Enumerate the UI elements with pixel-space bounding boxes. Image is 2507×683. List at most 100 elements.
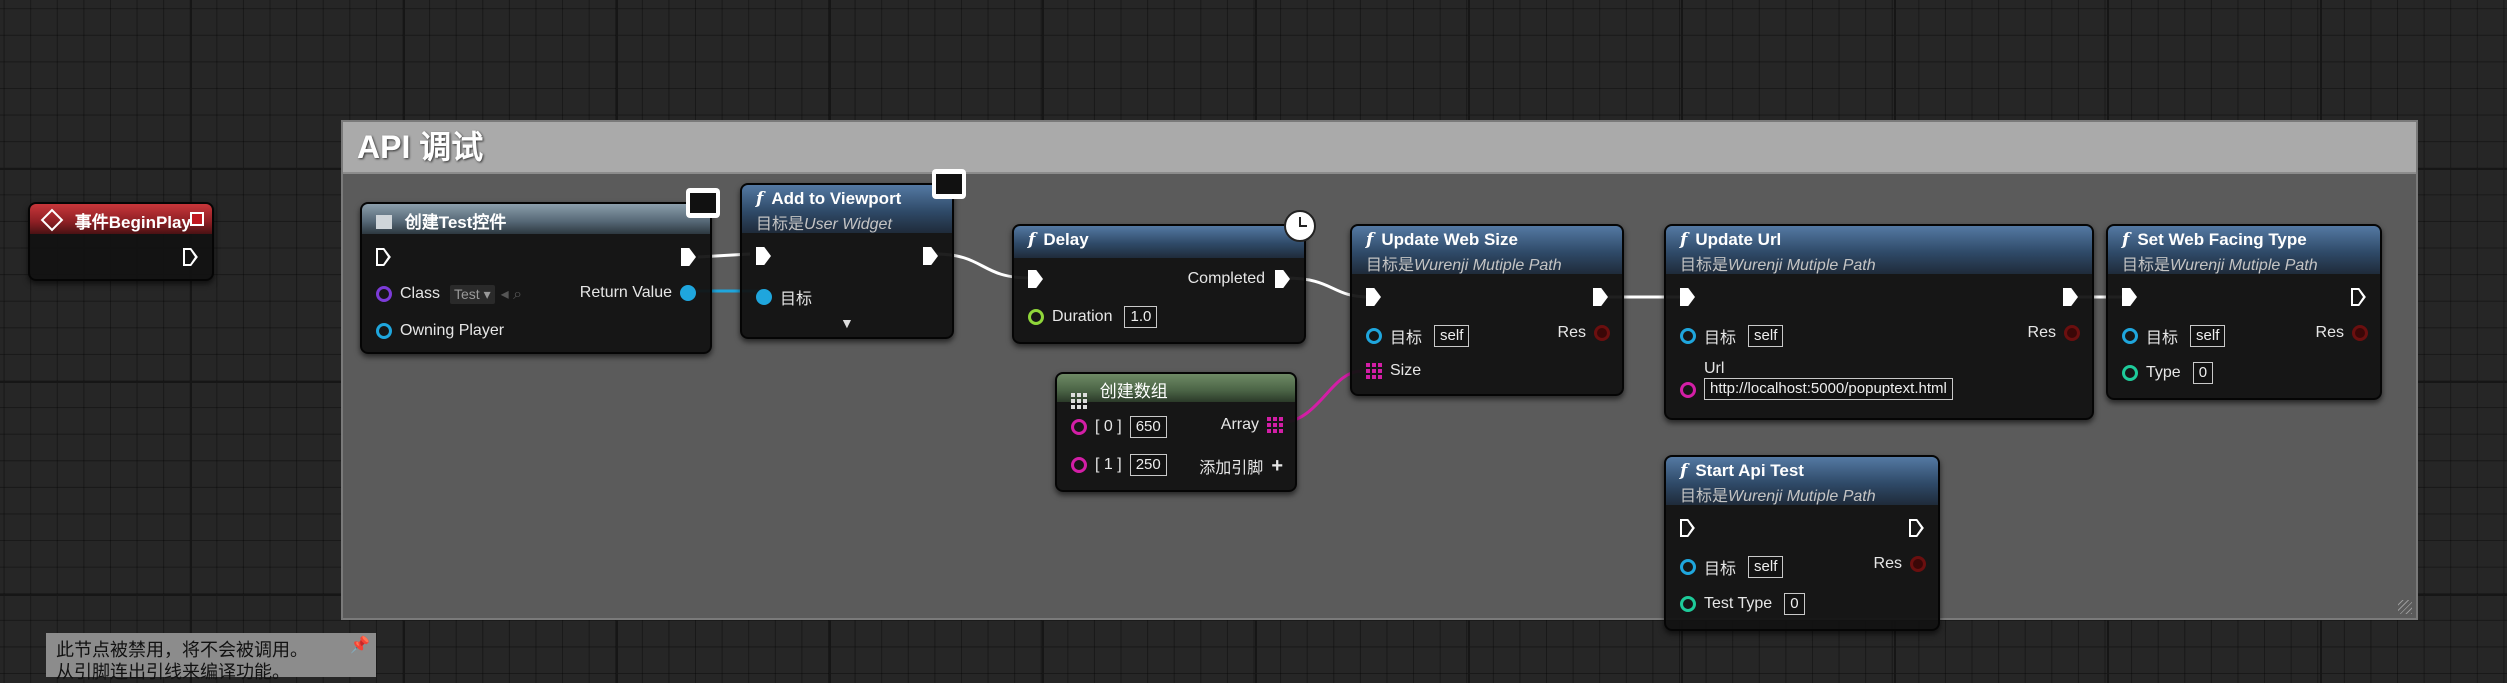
target-input[interactable]: self bbox=[1434, 325, 1470, 347]
note-line-2: 从引脚连出引线来编译功能。 bbox=[56, 662, 290, 682]
exec-out-pin[interactable] bbox=[183, 248, 198, 266]
owning-player-pin[interactable] bbox=[376, 323, 392, 339]
update-web-size-node[interactable]: f Update Web Size 目标是Wurenji Mutiple Path… bbox=[1350, 224, 1624, 396]
subtitle-prefix: 目标是 bbox=[1680, 488, 1729, 505]
exec-out-pin[interactable] bbox=[923, 247, 938, 265]
add-pin-label: 添加引脚 bbox=[1199, 460, 1264, 477]
subtitle-prefix: 目标是 bbox=[1366, 257, 1415, 274]
res-label: Res bbox=[2315, 324, 2344, 341]
type-input[interactable]: 0 bbox=[2192, 362, 2214, 384]
array-out-pin[interactable] bbox=[1267, 417, 1283, 433]
target-pin[interactable] bbox=[1680, 559, 1696, 575]
exec-in-pin[interactable] bbox=[1680, 519, 1695, 537]
array-item-0-input[interactable]: 650 bbox=[1129, 416, 1167, 438]
subtitle-prefix: 目标是 bbox=[756, 216, 805, 233]
function-icon: f bbox=[1028, 230, 1036, 250]
subtitle-target: Wurenji Mutiple Path bbox=[1728, 257, 1876, 274]
browse-icon[interactable]: ◂ ⌕ bbox=[501, 284, 522, 304]
exec-out-pin[interactable] bbox=[2351, 288, 2366, 306]
function-icon: f bbox=[1680, 230, 1688, 250]
array-item-1-pin[interactable] bbox=[1071, 457, 1087, 473]
exec-in-pin[interactable] bbox=[2122, 288, 2137, 306]
update-url-node[interactable]: f Update Url 目标是Wurenji Mutiple Path 目标 s… bbox=[1664, 224, 2094, 420]
target-input[interactable]: self bbox=[2190, 325, 2226, 347]
add-to-viewport-title: Add to Viewport bbox=[771, 189, 902, 208]
target-label: 目标 bbox=[1704, 561, 1737, 578]
array-item-1-label: [ 1 ] bbox=[1095, 456, 1122, 473]
expand-arrow-icon[interactable]: ▼ bbox=[840, 315, 854, 331]
plus-icon: + bbox=[1271, 454, 1283, 477]
target-pin[interactable] bbox=[2122, 328, 2138, 344]
exec-in-pin[interactable] bbox=[1028, 270, 1043, 288]
array-item-0-pin[interactable] bbox=[1071, 419, 1087, 435]
subtitle-prefix: 目标是 bbox=[2122, 257, 2171, 274]
clock-icon bbox=[1284, 210, 1316, 242]
type-pin[interactable] bbox=[2122, 365, 2138, 381]
monitor-icon bbox=[686, 188, 720, 218]
completed-label: Completed bbox=[1187, 270, 1265, 287]
event-title: 事件BeginPlay bbox=[74, 213, 191, 232]
target-pin[interactable] bbox=[756, 289, 772, 305]
array-out-label: Array bbox=[1220, 416, 1259, 433]
duration-pin[interactable] bbox=[1028, 309, 1044, 325]
array-item-1-input[interactable]: 250 bbox=[1129, 454, 1167, 476]
function-icon: f bbox=[2122, 230, 2130, 250]
return-value-label: Return Value bbox=[579, 284, 672, 301]
delay-node[interactable]: f Delay Completed Duration 1.0 bbox=[1012, 210, 1316, 344]
exec-out-pin[interactable] bbox=[2063, 288, 2078, 306]
create-widget-title: 创建Test控件 bbox=[404, 213, 507, 232]
make-array-title: 创建数组 bbox=[1099, 382, 1168, 401]
widget-icon bbox=[376, 215, 392, 229]
type-label: Type bbox=[2146, 364, 2181, 381]
exec-in-pin[interactable] bbox=[376, 248, 391, 266]
test-type-label: Test Type bbox=[1704, 595, 1773, 612]
exec-in-pin[interactable] bbox=[1680, 288, 1695, 306]
test-type-input[interactable]: 0 bbox=[1784, 593, 1805, 615]
res-pin[interactable] bbox=[1910, 556, 1926, 572]
function-icon: f bbox=[756, 189, 764, 209]
test-type-pin[interactable] bbox=[1680, 596, 1696, 612]
add-pin-button[interactable]: 添加引脚 + bbox=[1199, 454, 1283, 478]
size-pin[interactable] bbox=[1366, 363, 1382, 379]
res-label: Res bbox=[2027, 324, 2056, 341]
class-dropdown[interactable]: Test ▾ bbox=[450, 284, 495, 304]
exec-in-pin[interactable] bbox=[756, 247, 771, 265]
start-api-test-node[interactable]: f Start Api Test 目标是Wurenji Mutiple Path … bbox=[1664, 455, 1940, 631]
url-pin[interactable] bbox=[1680, 382, 1696, 398]
target-pin[interactable] bbox=[1680, 328, 1696, 344]
res-pin[interactable] bbox=[2064, 325, 2080, 341]
note-line-1: 此节点被禁用，将不会被调用。 bbox=[56, 640, 308, 660]
add-to-viewport-node[interactable]: f Add to Viewport 目标是User Widget 目标 ▼ bbox=[740, 169, 966, 339]
target-pin[interactable] bbox=[1366, 328, 1382, 344]
disabled-node-tooltip: 📌 此节点被禁用，将不会被调用。 从引脚连出引线来编译功能。 bbox=[46, 633, 376, 682]
res-pin[interactable] bbox=[1594, 325, 1610, 341]
class-pin[interactable] bbox=[376, 286, 392, 302]
pin-icon[interactable]: 📌 bbox=[350, 635, 370, 657]
target-input[interactable]: self bbox=[1748, 556, 1784, 578]
monitor-icon bbox=[932, 169, 966, 199]
create-widget-node[interactable]: 创建Test控件 Class Test ▾ ◂ ⌕ Return Value O… bbox=[360, 188, 720, 354]
size-label: Size bbox=[1390, 362, 1422, 379]
res-label: Res bbox=[1557, 324, 1586, 341]
completed-exec-pin[interactable] bbox=[1275, 270, 1290, 288]
set-web-facing-type-node[interactable]: f Set Web Facing Type 目标是Wurenji Mutiple … bbox=[2106, 224, 2382, 400]
exec-out-pin[interactable] bbox=[1593, 288, 1608, 306]
exec-in-pin[interactable] bbox=[1366, 288, 1381, 306]
array-item-0-label: [ 0 ] bbox=[1095, 418, 1122, 435]
target-input[interactable]: self bbox=[1748, 325, 1784, 347]
duration-label: Duration bbox=[1052, 308, 1113, 325]
function-icon: f bbox=[1366, 230, 1374, 250]
url-input[interactable]: http://localhost:5000/popuptext.html bbox=[1704, 378, 1953, 400]
target-label: 目标 bbox=[2146, 330, 2179, 347]
event-begin-play-node[interactable]: 事件BeginPlay bbox=[28, 202, 214, 281]
exec-out-pin[interactable] bbox=[1909, 519, 1924, 537]
res-pin[interactable] bbox=[2352, 325, 2368, 341]
duration-input[interactable]: 1.0 bbox=[1124, 306, 1158, 328]
return-value-pin[interactable] bbox=[680, 285, 696, 301]
make-array-node[interactable]: 创建数组 [ 0 ] 650 Array [ 1 ] 250 添加引脚 + bbox=[1055, 372, 1297, 492]
update-url-title: Update Url bbox=[1695, 230, 1782, 249]
exec-out-pin[interactable] bbox=[681, 248, 696, 266]
target-label: 目标 bbox=[780, 291, 813, 308]
target-label: 目标 bbox=[1704, 330, 1737, 347]
delegate-pin[interactable] bbox=[190, 212, 204, 226]
